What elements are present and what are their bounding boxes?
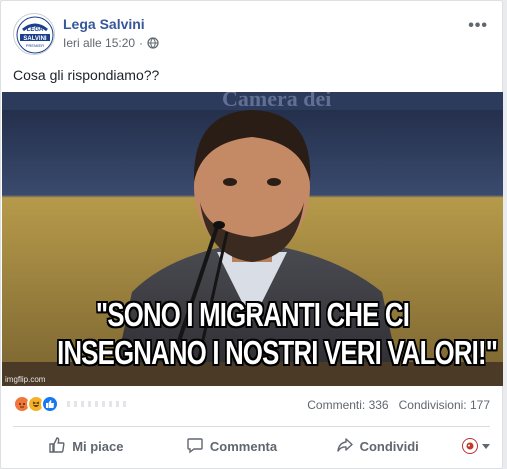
caption-line-2: INSEGNANO I NOSTRI VERI VALORI!" (57, 334, 498, 371)
share-label: Condividi (359, 438, 419, 454)
svg-text:PREMIER: PREMIER (26, 43, 44, 48)
svg-text:LEGA: LEGA (27, 27, 44, 33)
actions-divider (13, 426, 490, 427)
svg-text:SALVINI: SALVINI (23, 36, 47, 42)
imgflip-watermark: imgflip.com (5, 375, 46, 384)
engagement-counts: Commenti: 336 Condivisioni: 177 (307, 398, 490, 412)
comment-label: Commenta (209, 438, 278, 454)
comments-count[interactable]: Commenti: 336 (307, 398, 388, 412)
caption-line-1: "SONO I MIGRANTI CHE CI (95, 296, 410, 333)
reaction-summary[interactable] (13, 395, 59, 413)
lega-logo: SALVINI LEGA PREMIER (15, 15, 54, 54)
meta-separator: · (139, 36, 144, 50)
post-stats: Commenti: 336 Condivisioni: 177 (13, 395, 490, 417)
share-arrow-icon (336, 436, 354, 457)
more-options-icon[interactable]: ••• (468, 17, 488, 35)
comment-bubble-icon (186, 436, 204, 457)
like-label: Mi piace (72, 438, 124, 454)
comment-button[interactable]: Commenta (159, 436, 305, 457)
reaction-names-blurred (67, 401, 127, 407)
svg-text:Camera dei: Camera dei (222, 92, 331, 111)
feed-post: SALVINI LEGA PREMIER Lega Salvini Ieri a… (0, 0, 503, 469)
chevron-down-icon (482, 443, 491, 449)
share-button[interactable]: Condividi (304, 436, 450, 457)
post-meta: Ieri alle 15:20 · (63, 36, 159, 50)
thumbs-up-icon (48, 436, 66, 457)
shares-count[interactable]: Condivisioni: 177 (399, 398, 490, 412)
post-actions-bar: Mi piace Commenta Condividi (13, 431, 491, 461)
post-text: Cosa gli rispondiamo?? (13, 67, 160, 83)
like-reaction-icon (41, 395, 59, 413)
page-name-link[interactable]: Lega Salvini (63, 16, 145, 32)
post-as-selector[interactable] (450, 438, 491, 454)
user-avatar-icon (462, 438, 479, 454)
post-timestamp[interactable]: Ieri alle 15:20 (63, 36, 135, 50)
post-header: SALVINI LEGA PREMIER Lega Salvini Ieri a… (13, 13, 490, 57)
post-image[interactable]: Camera dei "SONO I MIGRANTI CHE CI INSEG… (2, 92, 503, 386)
like-button[interactable]: Mi piace (13, 436, 159, 457)
globe-icon[interactable] (147, 37, 159, 49)
page-avatar[interactable]: SALVINI LEGA PREMIER (13, 13, 55, 55)
